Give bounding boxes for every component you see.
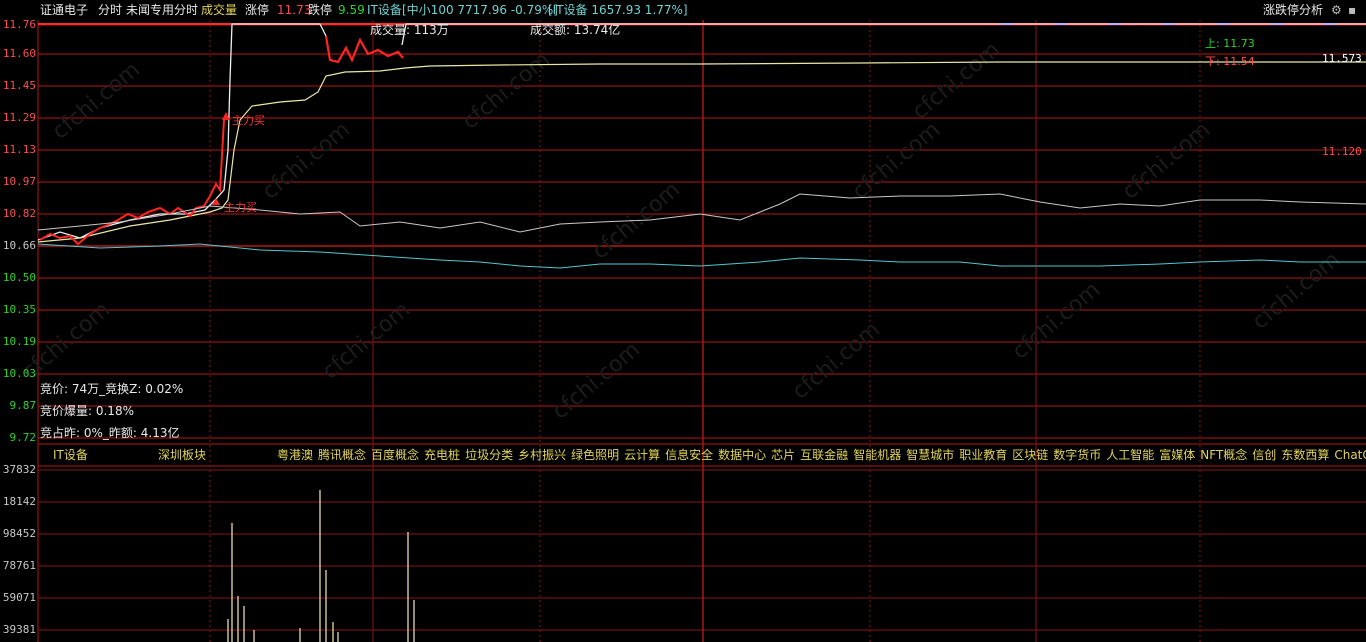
concept-tag[interactable]: 粤港澳 (277, 448, 313, 462)
concept-tag[interactable]: 芯片 (771, 448, 795, 462)
volume-tick-label: 37832 (2, 463, 36, 476)
concept-tag[interactable]: 智慧城市 (906, 448, 954, 462)
price-tick-label: 10.03 (2, 367, 36, 380)
price-tick-label: 10.66 (2, 239, 36, 252)
price-tick-label: 9.72 (9, 431, 37, 444)
watermark-text: cfchi.com (1008, 277, 1105, 364)
auction-line-3: 竞占昨: 0%_昨额: 4.13亿 (40, 426, 180, 440)
limit-analysis-button[interactable]: 涨跌停分析 (1263, 0, 1323, 20)
intraday-chart[interactable]: cfchi.comcfchi.comcfchi.comcfchi.comcfch… (0, 0, 1366, 642)
category-shenzhen[interactable]: 深圳板块 (158, 446, 206, 463)
price-line (37, 23, 327, 241)
limit-up-label: 涨停 (245, 3, 270, 17)
concept-tag[interactable]: 充电桩 (424, 448, 460, 462)
stock-name[interactable]: 证通电子 (40, 0, 88, 20)
dialog-title: 未闻专用分时 (126, 3, 199, 17)
main-buy-marker-2: 主力买 (224, 201, 257, 214)
concept-tag[interactable]: 垃圾分类 (465, 448, 513, 462)
watermark-layer: cfchi.comcfchi.comcfchi.comcfchi.comcfch… (18, 37, 1345, 424)
title-bar: 证通电子 分时 未闻专用分时 成交量 涨停 11.73 跌停 9.59 IT设备… (0, 0, 1366, 20)
volume-label[interactable]: 成交量 (201, 0, 237, 20)
concept-tag[interactable]: 区块链 (1012, 448, 1048, 462)
watermark-text: cfchi.com (848, 117, 945, 204)
price-tick-label: 11.45 (2, 79, 36, 92)
watermark-text: cfchi.com (48, 57, 145, 144)
volume-tick-label: 78761 (2, 559, 36, 572)
price-tick-label: 10.19 (2, 335, 36, 348)
price-tick-label: 11.13 (2, 143, 36, 156)
concept-tag[interactable]: 腾讯概念 (318, 448, 366, 462)
watermark-text: cfchi.com (908, 37, 1005, 124)
volume-tick-label: 18142 (2, 495, 36, 508)
concept-tag[interactable]: NFT概念 (1200, 448, 1247, 462)
concept-tag[interactable]: 绿色照明 (571, 448, 619, 462)
price-tick-label: 11.29 (2, 111, 36, 124)
volume-tick-label: 59071 (2, 591, 36, 604)
volume-readout: 成交量: 113万 (370, 23, 449, 37)
sector-label[interactable]: IT设备 (367, 0, 402, 20)
price-tick-label: 10.97 (2, 175, 36, 188)
price-tick-label: 10.50 (2, 271, 36, 284)
concept-tag[interactable]: 乡村振兴 (518, 448, 566, 462)
price-tick-label: 9.87 (9, 399, 37, 412)
concept-tag[interactable]: 数字货币 (1053, 448, 1101, 462)
concept-tag[interactable]: 信创 (1252, 448, 1276, 462)
amount-readout: 成交额: 13.74亿 (530, 23, 621, 37)
concept-tag[interactable]: ChatGPT (1334, 448, 1366, 462)
concept-tag[interactable]: 人工智能 (1106, 448, 1154, 462)
close-icon[interactable]: ▪ (1348, 0, 1356, 20)
auction-line-2: 竞价爆量: 0.18% (40, 404, 134, 418)
watermark-text: cfchi.com (548, 337, 645, 424)
limit-down-label: 跌停 (308, 3, 333, 17)
concept-tag[interactable]: 云计算 (624, 448, 660, 462)
level-label-2: 11.120 (1322, 145, 1362, 158)
lower-limit-label: 下: 11.54 (1205, 55, 1255, 68)
concept-tag[interactable]: 职业教育 (959, 448, 1007, 462)
price-tick-label: 10.82 (2, 207, 36, 220)
concept-tag[interactable]: 百度概念 (371, 448, 419, 462)
settings-icon[interactable]: ⚙ (1331, 0, 1342, 20)
limit-up-value: 11.73 (277, 3, 312, 17)
sector-info: [IT设备 1657.93 1.77%] (548, 3, 688, 17)
price-tick-label: 11.60 (2, 47, 36, 60)
price-tick-label: 11.76 (2, 18, 36, 31)
main-flow-line (324, 35, 404, 64)
level-label-1: 11.573 (1322, 52, 1362, 65)
main-buy-marker-1: 主力买 (232, 114, 265, 127)
limit-down-value: 9.59 (338, 3, 365, 17)
concept-tag[interactable]: 智能机器 (853, 448, 901, 462)
index-info: [中小100 7717.96 -0.79%] (402, 3, 558, 17)
volume-tick-label: 39381 (2, 623, 36, 636)
concept-tag[interactable]: 数据中心 (718, 448, 766, 462)
volume-tick-label: 98452 (2, 527, 36, 540)
auction-line-1: 竞价: 74万_竞换Z: 0.02% (40, 382, 184, 396)
concept-tag[interactable]: 互联金融 (800, 448, 848, 462)
view-mode[interactable]: 分时 (98, 0, 122, 20)
concept-tag[interactable]: 东数西算 (1281, 448, 1329, 462)
category-it-equipment[interactable]: IT设备 (53, 446, 88, 463)
concept-tag[interactable]: 富媒体 (1159, 448, 1195, 462)
watermark-text: cfchi.com (258, 117, 355, 204)
price-tick-label: 10.35 (2, 303, 36, 316)
concept-tag[interactable]: 信息安全 (665, 448, 713, 462)
sector-line (37, 243, 1366, 269)
concept-list: 粤港澳 腾讯概念 百度概念 充电桩 垃圾分类 乡村振兴 绿色照明 云计算 信息安全 数据中心 芯片互… (277, 446, 1366, 463)
upper-limit-label: 上: 11.73 (1205, 37, 1255, 50)
